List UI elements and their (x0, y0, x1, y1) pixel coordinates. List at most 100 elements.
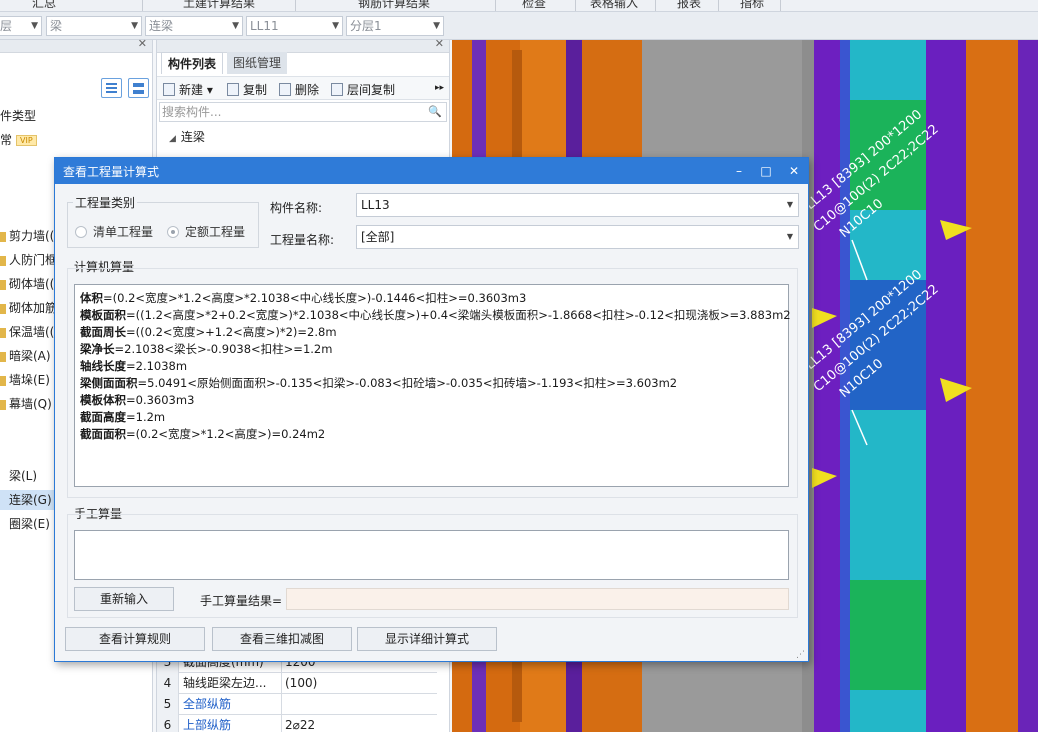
tree-item-beam[interactable]: 梁(L) (0, 466, 37, 486)
tree-item-insulation-wall[interactable]: 保温墙(( (0, 322, 54, 342)
property-name: 上部纵筋 (183, 718, 232, 732)
type-select[interactable]: 连梁 ▼ (145, 16, 243, 36)
menu-table-input[interactable]: 表格输入 (590, 0, 638, 11)
tree-item-component-type[interactable]: 件类型 (0, 106, 36, 126)
maximize-icon[interactable]: □ (756, 161, 776, 181)
quantity-formula-dialog: 查看工程量计算式 – □ ✕ 工程量类别 清单工程量 定额工程量 构件名称: L… (54, 157, 809, 662)
tree-item-hidden-beam[interactable]: 暗梁(A) (0, 346, 51, 366)
tree-item-wall-stack[interactable]: 墙垛(E) (0, 370, 50, 390)
tree-item-civil-door-frame[interactable]: 人防门框 (0, 250, 57, 270)
tree-item-shear-wall[interactable]: 剪力墙(( (0, 226, 54, 246)
tree-item-label: 墙垛(E) (9, 373, 50, 387)
floor-select-value: 层 (0, 19, 13, 33)
grid-view-icon[interactable] (128, 78, 149, 98)
view-rules-button[interactable]: 查看计算规则 (65, 627, 205, 651)
menu-index[interactable]: 指标 (740, 0, 764, 11)
tree-item-label: 人防门框 (9, 253, 58, 267)
category-select[interactable]: 梁 ▼ (46, 16, 142, 36)
tree-item-label: 保温墙(( (9, 325, 55, 339)
property-row[interactable]: 5 全部纵筋 (157, 694, 437, 715)
radio-label: 定额工程量 (185, 225, 246, 239)
property-value[interactable]: 2⌀22 (281, 715, 437, 732)
tab-drawing-management[interactable]: 图纸管理 (227, 52, 288, 74)
calc-key: 模板面积 (80, 308, 126, 322)
floor-select[interactable]: 层 ▼ (0, 16, 42, 36)
collapse-triangle-icon[interactable]: ◢ (169, 134, 176, 144)
layer-select-value: 分层1 (350, 19, 382, 33)
reinput-button[interactable]: 重新输入 (74, 587, 174, 611)
calc-expr: =1.2m (126, 410, 166, 424)
new-button[interactable]: 新建 ▾ (163, 81, 213, 98)
radio-bill-quantity[interactable]: 清单工程量 (75, 223, 153, 240)
type-select-value: 连梁 (149, 19, 174, 33)
tree-item-masonry-wall[interactable]: 砌体墙(( (0, 274, 54, 294)
close-icon[interactable]: ✕ (435, 37, 444, 50)
manual-result-field[interactable] (286, 588, 789, 610)
menu-check[interactable]: 检查 (522, 0, 546, 11)
tree-item-label: 暗梁(A) (9, 349, 51, 363)
tab-component-list[interactable]: 构件列表 (161, 52, 224, 74)
menu-civil-results[interactable]: 土建计算结果 (183, 0, 255, 11)
delete-button[interactable]: 删除 (279, 81, 319, 98)
resize-grip-icon[interactable]: ⋰ (796, 650, 805, 660)
selector-toolbar: 层 ▼ 梁 ▼ 连梁 ▼ LL11 ▼ 分层1 ▼ (0, 12, 1038, 40)
wall-stack-icon (0, 375, 6, 386)
tree-item-vip[interactable]: 常 VIP (0, 130, 37, 150)
new-icon (163, 83, 175, 96)
menu-separator (780, 0, 781, 11)
copy-label: 复制 (243, 83, 268, 97)
list-view-icon[interactable] (101, 78, 122, 98)
dialog-title: 查看工程量计算式 (63, 165, 160, 179)
search-icon[interactable]: 🔍 (428, 103, 442, 121)
calc-key: 模板体积 (80, 393, 126, 407)
show-detail-formula-button[interactable]: 显示详细计算式 (357, 627, 497, 651)
tree-item-curtain-wall[interactable]: 幕墙(Q) (0, 394, 52, 414)
manual-calc-textarea[interactable] (74, 530, 789, 580)
row-number: 5 (157, 694, 179, 715)
close-icon[interactable]: ✕ (138, 37, 147, 50)
component-select[interactable]: LL11 ▼ (246, 16, 343, 36)
search-placeholder: 搜索构件... (162, 105, 222, 119)
masonry-icon (0, 279, 6, 290)
more-tools-icon[interactable]: ▸▸ (435, 83, 444, 93)
calc-expr: =0.3603m3 (126, 393, 195, 407)
property-row[interactable]: 4 轴线距梁左边... (100) (157, 673, 437, 694)
view-3d-deduction-button[interactable]: 查看三维扣减图 (212, 627, 352, 651)
component-search-input[interactable]: 搜索构件... 🔍 (159, 102, 447, 122)
menu-summary[interactable]: 汇总 (32, 0, 56, 11)
floor-copy-button[interactable]: 层间复制 (331, 81, 395, 98)
close-icon[interactable]: ✕ (784, 161, 804, 181)
property-value[interactable] (281, 694, 437, 715)
tree-item-ring-beam[interactable]: 圈梁(E) (0, 514, 50, 534)
floor-copy-icon (331, 83, 343, 96)
tree-node-coupling-beam[interactable]: ◢ 连梁 (169, 128, 205, 145)
top-menu-bar: 汇总 土建计算结果 钢筋计算结果 检查 表格输入 报表 指标 (0, 0, 1038, 12)
property-row[interactable]: 6 上部纵筋 2⌀22 (157, 715, 437, 732)
menu-rebar-results[interactable]: 钢筋计算结果 (358, 0, 430, 11)
layer-select[interactable]: 分层1 ▼ (346, 16, 444, 36)
calc-expr: =2.1038<梁长>-0.9038<扣柱>=1.2m (114, 342, 333, 356)
component-name-select[interactable]: LL13 ▼ (356, 193, 799, 217)
tree-item-masonry-rebar[interactable]: 砌体加筋 (0, 298, 57, 318)
property-value[interactable]: (100) (281, 673, 437, 694)
minimize-icon[interactable]: – (729, 161, 749, 181)
copy-button[interactable]: 复制 (227, 81, 267, 98)
radio-quota-quantity[interactable]: 定额工程量 (167, 223, 245, 240)
tree-item-label: 幕墙(Q) (9, 397, 52, 411)
menu-report[interactable]: 报表 (677, 0, 701, 11)
tree-item-label: 梁(L) (9, 469, 38, 483)
row-number: 4 (157, 673, 179, 694)
dialog-title-bar[interactable]: 查看工程量计算式 – □ ✕ (55, 158, 808, 184)
menu-separator (295, 0, 296, 11)
quantity-name-value: [全部] (361, 230, 395, 244)
manual-result-label: 手工算量结果= (200, 594, 283, 608)
chevron-down-icon: ▼ (433, 21, 440, 31)
component-toolbar: 新建 ▾ 复制 删除 层间复制 ▸▸ (157, 76, 449, 100)
calc-key: 梁净长 (80, 342, 115, 356)
tree-item-label: 常 (0, 133, 13, 147)
delete-icon (279, 83, 291, 96)
chevron-down-icon: ▼ (786, 200, 793, 209)
computer-calc-textbox[interactable]: 体积=(0.2<宽度>*1.2<高度>*2.1038<中心线长度>)-0.144… (74, 284, 791, 487)
menu-separator (655, 0, 656, 11)
quantity-name-select[interactable]: [全部] ▼ (356, 225, 799, 249)
